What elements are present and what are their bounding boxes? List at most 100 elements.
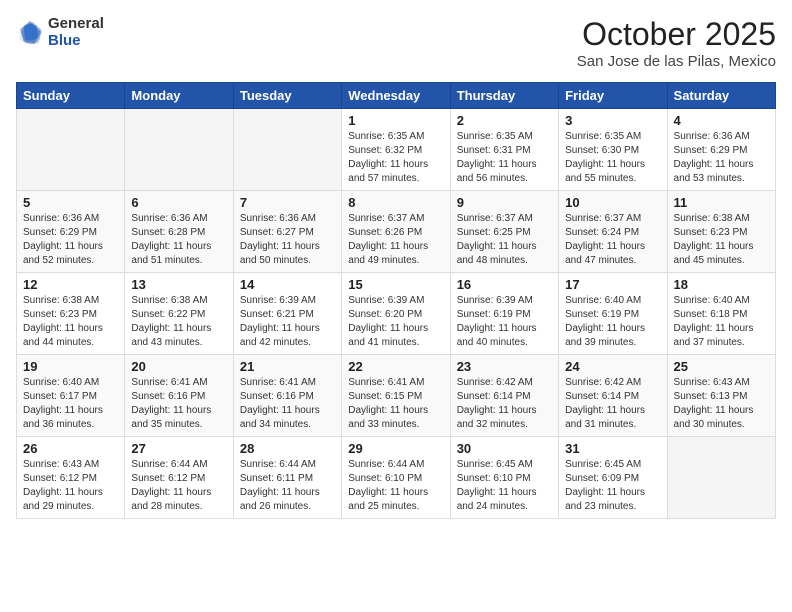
calendar-cell: 17Sunrise: 6:40 AM Sunset: 6:19 PM Dayli… [559, 273, 667, 355]
day-number: 16 [457, 277, 552, 292]
day-number: 8 [348, 195, 443, 210]
calendar-cell: 29 Sunrise: 6:44 AM Sunset: 6:10 PM Dayli… [342, 437, 450, 519]
calendar-cell: 14Sunrise: 6:39 AM Sunset: 6:21 PM Dayli… [233, 273, 341, 355]
calendar-cell: 20Sunrise: 6:41 AM Sunset: 6:16 PM Dayli… [125, 355, 233, 437]
day-number: 25 [674, 359, 769, 374]
day-number: 23 [457, 359, 552, 374]
day-info: Sunrise: 6:35 AM Sunset: 6:31 PM Dayligh… [457, 130, 552, 186]
header: General Blue October 2025 San Jose de la… [16, 16, 776, 70]
day-info: Sunrise: 6:36 AM Sunset: 6:28 PM Dayligh… [131, 212, 226, 268]
calendar-cell: 21 Sunrise: 6:41 AM Sunset: 6:16 PM Dayli… [233, 355, 341, 437]
day-number: 2 [457, 113, 552, 128]
day-info: Sunrise: 6:43 AM Sunset: 6:12 PM Dayligh… [23, 458, 118, 514]
day-number: 29 [348, 441, 443, 456]
weekday-header-sunday: Sunday [17, 83, 125, 109]
day-number: 28 [240, 441, 335, 456]
day-number: 15 [348, 277, 443, 292]
calendar-cell: 30Sunrise: 6:45 AM Sunset: 6:10 PM Dayli… [450, 437, 558, 519]
logo-general: General [48, 16, 104, 33]
title-section: October 2025 San Jose de las Pilas, Mexi… [577, 16, 776, 70]
day-info: Sunrise: 6:36 AM Sunset: 6:29 PM Dayligh… [674, 130, 769, 186]
day-number: 24 [565, 359, 660, 374]
day-info: Sunrise: 6:38 AM Sunset: 6:23 PM Dayligh… [23, 294, 118, 350]
day-info: Sunrise: 6:36 AM Sunset: 6:27 PM Dayligh… [240, 212, 335, 268]
day-number: 6 [131, 195, 226, 210]
calendar-cell [233, 109, 341, 191]
day-info: Sunrise: 6:39 AM Sunset: 6:20 PM Dayligh… [348, 294, 443, 350]
month-title: October 2025 [577, 16, 776, 53]
day-info: Sunrise: 6:42 AM Sunset: 6:14 PM Dayligh… [457, 376, 552, 432]
day-number: 9 [457, 195, 552, 210]
day-info: Sunrise: 6:44 AM Sunset: 6:11 PM Dayligh… [240, 458, 335, 514]
calendar-cell: 15 Sunrise: 6:39 AM Sunset: 6:20 PM Dayli… [342, 273, 450, 355]
day-number: 4 [674, 113, 769, 128]
logo: General Blue [16, 16, 104, 49]
calendar-week-row: 5Sunrise: 6:36 AM Sunset: 6:29 PM Daylig… [17, 191, 776, 273]
calendar-cell: 27Sunrise: 6:44 AM Sunset: 6:12 PM Dayli… [125, 437, 233, 519]
calendar-cell: 10 Sunrise: 6:37 AM Sunset: 6:24 PM Dayli… [559, 191, 667, 273]
logo-blue: Blue [48, 33, 104, 50]
calendar-week-row: 26 Sunrise: 6:43 AM Sunset: 6:12 PM Dayli… [17, 437, 776, 519]
calendar-cell: 16 Sunrise: 6:39 AM Sunset: 6:19 PM Dayli… [450, 273, 558, 355]
weekday-header-friday: Friday [559, 83, 667, 109]
weekday-header-wednesday: Wednesday [342, 83, 450, 109]
day-number: 30 [457, 441, 552, 456]
day-info: Sunrise: 6:45 AM Sunset: 6:09 PM Dayligh… [565, 458, 660, 514]
calendar-cell [17, 109, 125, 191]
day-info: Sunrise: 6:41 AM Sunset: 6:16 PM Dayligh… [131, 376, 226, 432]
day-info: Sunrise: 6:41 AM Sunset: 6:15 PM Dayligh… [348, 376, 443, 432]
weekday-header-row: SundayMondayTuesdayWednesdayThursdayFrid… [17, 83, 776, 109]
day-number: 11 [674, 195, 769, 210]
calendar-cell: 26 Sunrise: 6:43 AM Sunset: 6:12 PM Dayli… [17, 437, 125, 519]
day-number: 1 [348, 113, 443, 128]
weekday-header-thursday: Thursday [450, 83, 558, 109]
day-info: Sunrise: 6:37 AM Sunset: 6:25 PM Dayligh… [457, 212, 552, 268]
day-number: 14 [240, 277, 335, 292]
calendar-cell [125, 109, 233, 191]
day-info: Sunrise: 6:35 AM Sunset: 6:30 PM Dayligh… [565, 130, 660, 186]
calendar-table: SundayMondayTuesdayWednesdayThursdayFrid… [16, 82, 776, 519]
day-number: 21 [240, 359, 335, 374]
calendar-cell: 12Sunrise: 6:38 AM Sunset: 6:23 PM Dayli… [17, 273, 125, 355]
calendar-cell: 24 Sunrise: 6:42 AM Sunset: 6:14 PM Dayli… [559, 355, 667, 437]
calendar-cell: 25 Sunrise: 6:43 AM Sunset: 6:13 PM Dayli… [667, 355, 775, 437]
calendar-cell: 22 Sunrise: 6:41 AM Sunset: 6:15 PM Dayli… [342, 355, 450, 437]
calendar-week-row: 1 Sunrise: 6:35 AM Sunset: 6:32 PM Daylig… [17, 109, 776, 191]
calendar-cell: 28 Sunrise: 6:44 AM Sunset: 6:11 PM Dayli… [233, 437, 341, 519]
day-info: Sunrise: 6:44 AM Sunset: 6:12 PM Dayligh… [131, 458, 226, 514]
calendar-cell: 9 Sunrise: 6:37 AM Sunset: 6:25 PM Daylig… [450, 191, 558, 273]
day-info: Sunrise: 6:42 AM Sunset: 6:14 PM Dayligh… [565, 376, 660, 432]
calendar-cell: 8 Sunrise: 6:37 AM Sunset: 6:26 PM Daylig… [342, 191, 450, 273]
day-info: Sunrise: 6:40 AM Sunset: 6:17 PM Dayligh… [23, 376, 118, 432]
day-number: 7 [240, 195, 335, 210]
calendar-cell: 18 Sunrise: 6:40 AM Sunset: 6:18 PM Dayli… [667, 273, 775, 355]
day-info: Sunrise: 6:35 AM Sunset: 6:32 PM Dayligh… [348, 130, 443, 186]
calendar-week-row: 12Sunrise: 6:38 AM Sunset: 6:23 PM Dayli… [17, 273, 776, 355]
day-number: 26 [23, 441, 118, 456]
day-info: Sunrise: 6:37 AM Sunset: 6:26 PM Dayligh… [348, 212, 443, 268]
day-number: 3 [565, 113, 660, 128]
day-info: Sunrise: 6:43 AM Sunset: 6:13 PM Dayligh… [674, 376, 769, 432]
day-number: 18 [674, 277, 769, 292]
calendar-cell: 4 Sunrise: 6:36 AM Sunset: 6:29 PM Daylig… [667, 109, 775, 191]
calendar-cell: 13Sunrise: 6:38 AM Sunset: 6:22 PM Dayli… [125, 273, 233, 355]
day-info: Sunrise: 6:40 AM Sunset: 6:19 PM Dayligh… [565, 294, 660, 350]
logo-text: General Blue [48, 16, 104, 49]
day-info: Sunrise: 6:41 AM Sunset: 6:16 PM Dayligh… [240, 376, 335, 432]
weekday-header-tuesday: Tuesday [233, 83, 341, 109]
calendar-cell: 19Sunrise: 6:40 AM Sunset: 6:17 PM Dayli… [17, 355, 125, 437]
day-number: 22 [348, 359, 443, 374]
calendar-cell: 5Sunrise: 6:36 AM Sunset: 6:29 PM Daylig… [17, 191, 125, 273]
weekday-header-monday: Monday [125, 83, 233, 109]
calendar-cell [667, 437, 775, 519]
day-info: Sunrise: 6:39 AM Sunset: 6:19 PM Dayligh… [457, 294, 552, 350]
day-number: 10 [565, 195, 660, 210]
day-info: Sunrise: 6:44 AM Sunset: 6:10 PM Dayligh… [348, 458, 443, 514]
day-info: Sunrise: 6:40 AM Sunset: 6:18 PM Dayligh… [674, 294, 769, 350]
day-number: 31 [565, 441, 660, 456]
day-info: Sunrise: 6:36 AM Sunset: 6:29 PM Dayligh… [23, 212, 118, 268]
calendar-cell: 3 Sunrise: 6:35 AM Sunset: 6:30 PM Daylig… [559, 109, 667, 191]
day-number: 13 [131, 277, 226, 292]
weekday-header-saturday: Saturday [667, 83, 775, 109]
day-info: Sunrise: 6:37 AM Sunset: 6:24 PM Dayligh… [565, 212, 660, 268]
